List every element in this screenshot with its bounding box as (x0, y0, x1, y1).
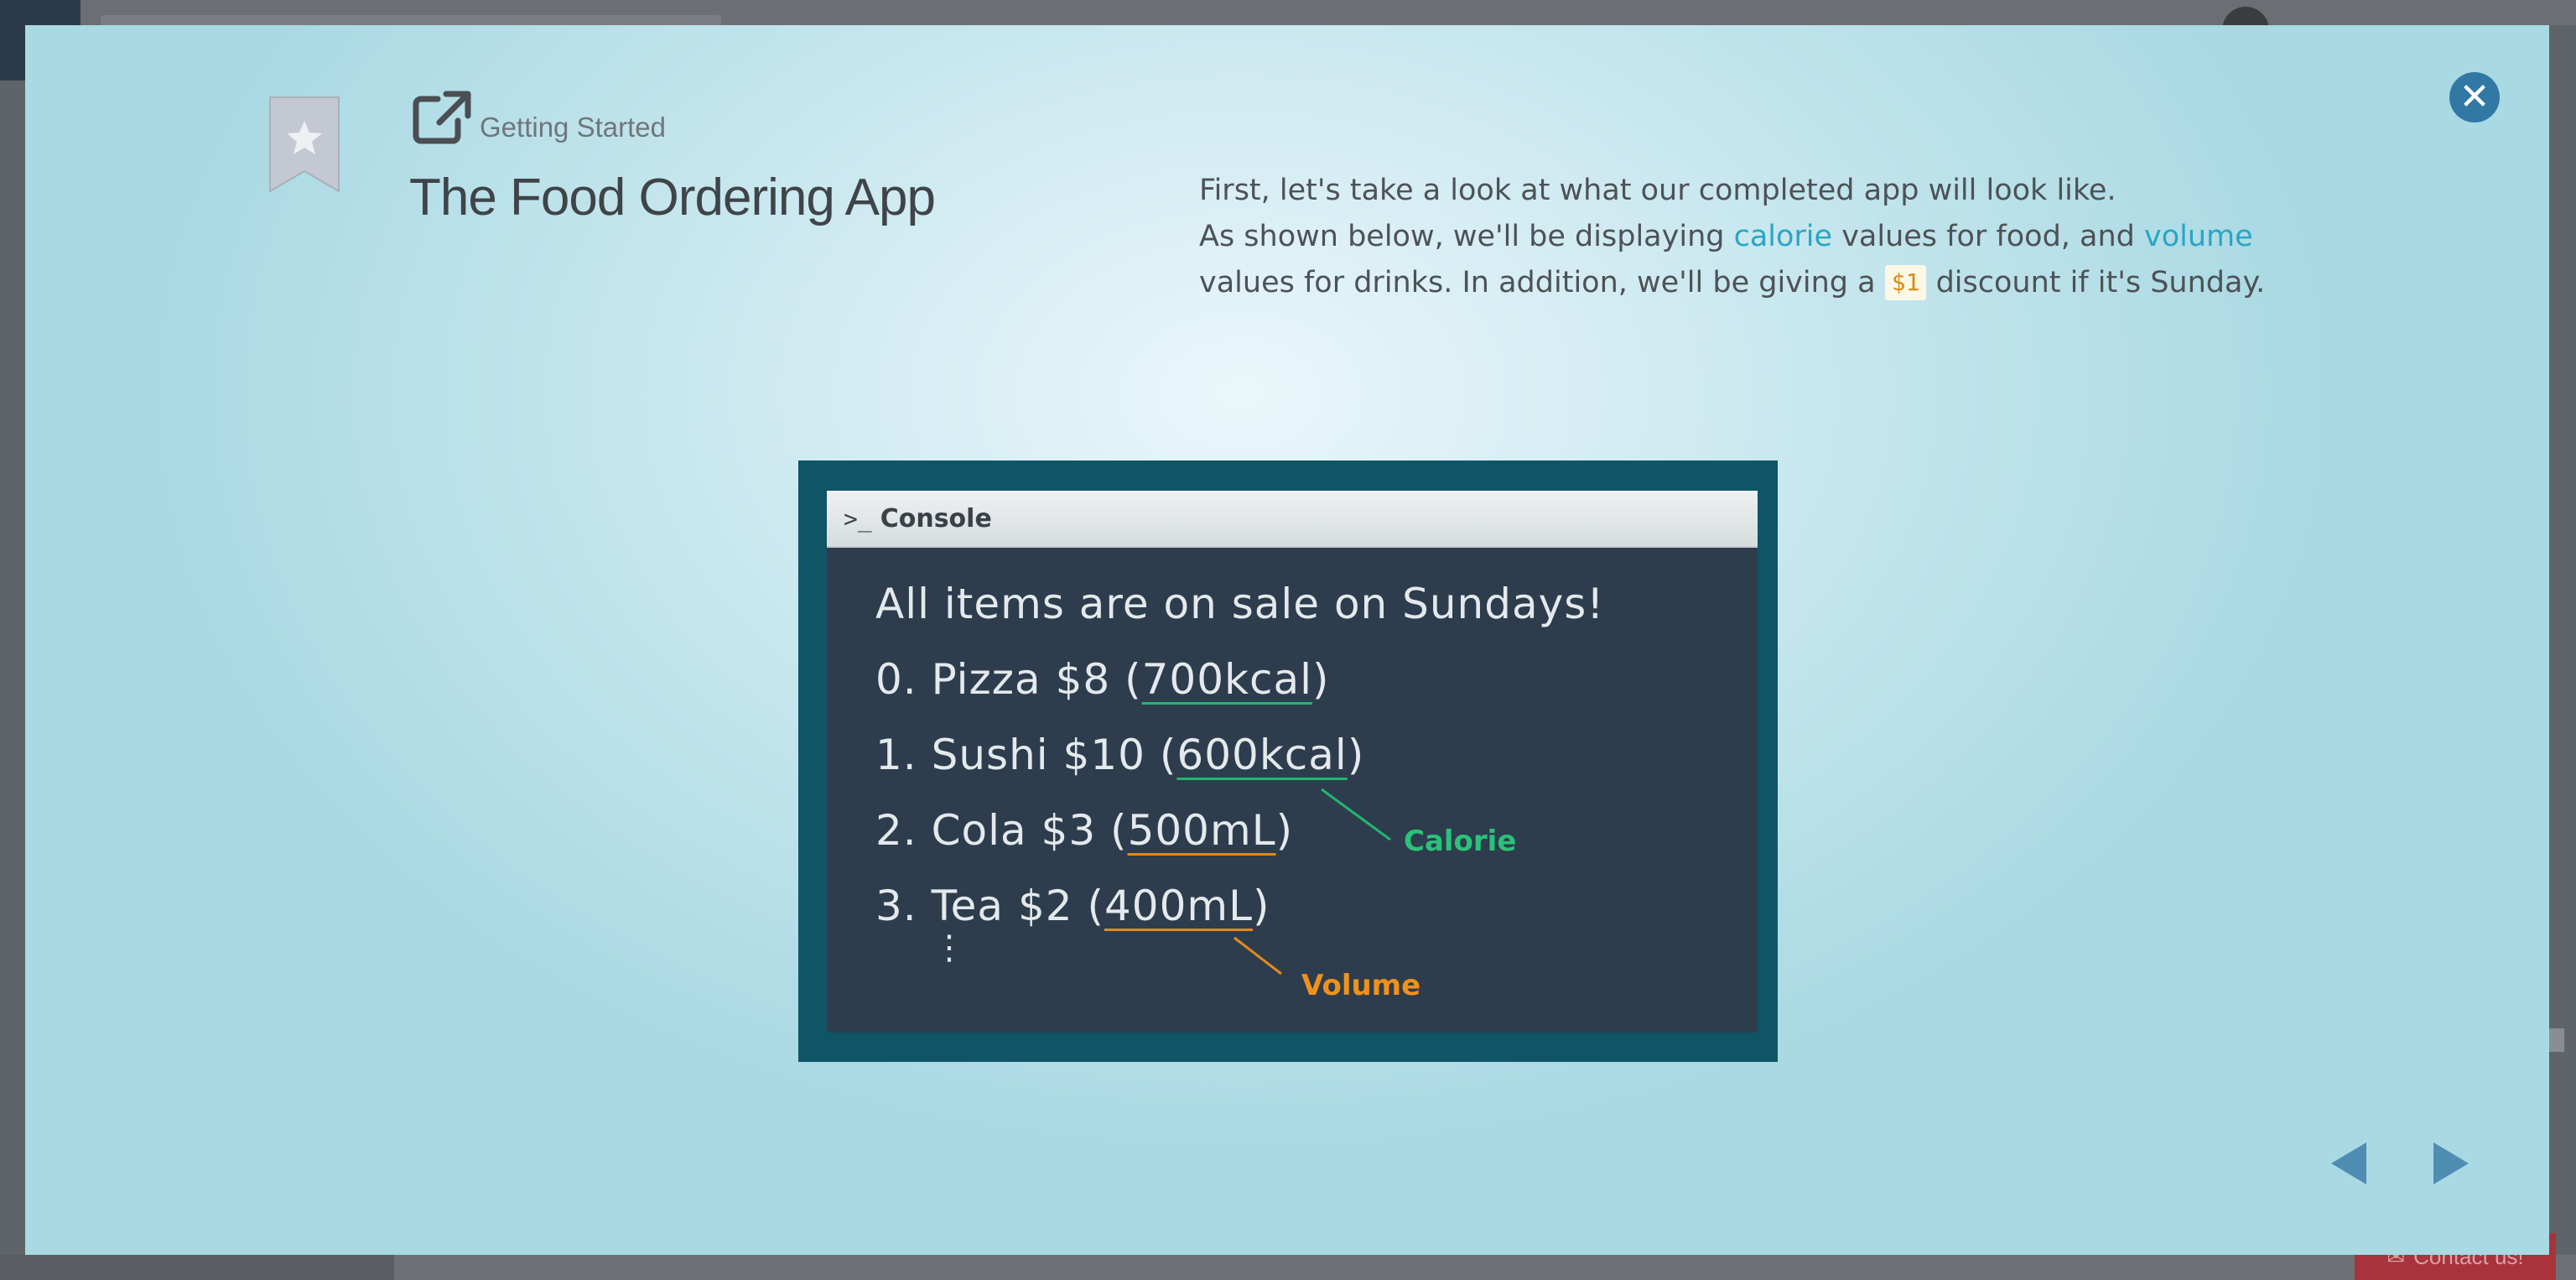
console-item-0: 0. Pizza $8 (700kcal) (875, 655, 1330, 704)
volume-pointer-line (1233, 936, 1282, 976)
console-item-1: 1. Sushi $10 (600kcal) (875, 731, 1364, 779)
item-text: ) (1275, 806, 1294, 855)
console-titlebar: >_ Console (827, 491, 1758, 548)
description-text: values for food, and (1832, 220, 2145, 253)
lesson-description: First, let's take a look at what our com… (1199, 168, 2289, 306)
description-text: discount if it's Sunday. (1926, 266, 2266, 299)
calorie-pointer-line (1321, 788, 1391, 841)
section-label: Getting Started (480, 112, 666, 143)
background-scrollbar[interactable] (0, 1255, 394, 1280)
item-text: ) (1312, 655, 1330, 704)
page-title: The Food Ordering App (409, 169, 936, 226)
console-item-2: 2. Cola $3 (500mL) (875, 806, 1293, 855)
item-text: 2. Cola $3 ( (875, 806, 1128, 855)
item-calorie: 700kcal (1141, 655, 1313, 704)
calorie-keyword: calorie (1733, 220, 1833, 253)
inline-code: $1 (1884, 265, 1927, 300)
prev-arrow-icon[interactable] (2328, 1141, 2370, 1186)
close-icon: ✕ (2459, 75, 2490, 118)
item-text: 1. Sushi $10 ( (875, 731, 1177, 779)
item-text: 3. Tea $2 ( (875, 882, 1104, 930)
item-text: ) (1347, 731, 1365, 779)
item-calorie: 600kcal (1176, 731, 1348, 779)
description-line-1: First, let's take a look at what our com… (1199, 174, 2116, 207)
prompt-icon: >_ (844, 504, 872, 533)
volume-keyword: volume (2144, 220, 2253, 253)
lesson-modal: Getting Started The Food Ordering App Fi… (25, 25, 2549, 1255)
calorie-annotation: Calorie (1404, 825, 1517, 858)
item-text: 0. Pizza $8 ( (875, 655, 1142, 704)
console-output: All items are on sale on Sundays! 0. Piz… (827, 548, 1758, 1033)
background-scroll-thumb[interactable] (2549, 1028, 2564, 1052)
close-button[interactable]: ✕ (2449, 72, 2500, 122)
description-paragraph: As shown below, we'll be displaying calo… (1199, 214, 2289, 306)
description-text: values for drinks. In addition, we'll be… (1199, 266, 1885, 299)
item-volume: 400mL (1104, 882, 1253, 930)
bookmark-star-icon[interactable] (268, 96, 340, 195)
volume-annotation: Volume (1301, 969, 1421, 1002)
external-link-icon[interactable] (413, 91, 471, 144)
console-item-3: 3. Tea $2 (400mL) (875, 882, 1270, 930)
ellipsis: ⋮ (932, 929, 966, 967)
console-title: Console (880, 503, 992, 533)
item-volume: 500mL (1127, 806, 1276, 855)
description-text: As shown below, we'll be displaying (1199, 220, 1734, 253)
console-screenshot: >_ Console All items are on sale on Sund… (798, 460, 1778, 1062)
item-text: ) (1252, 882, 1270, 930)
console-headline: All items are on sale on Sundays! (875, 580, 1605, 628)
next-arrow-icon[interactable] (2430, 1141, 2472, 1186)
